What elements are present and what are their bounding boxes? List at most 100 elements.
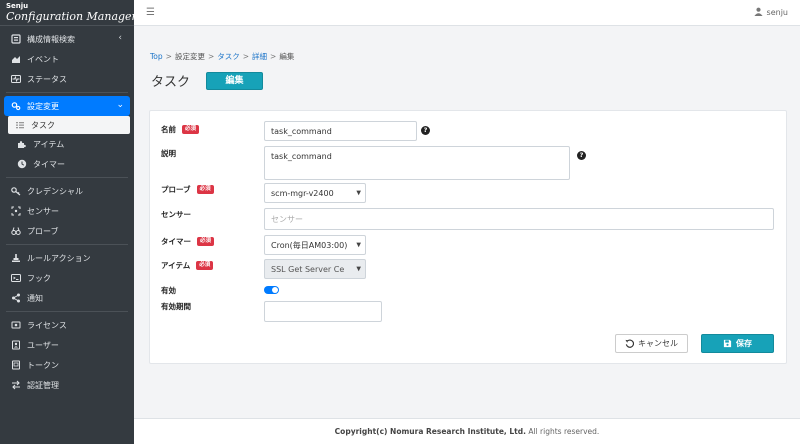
- user-icon: [753, 7, 763, 18]
- chevron-down-icon: ▼: [356, 265, 361, 273]
- breadcrumb-separator: >: [270, 52, 277, 61]
- sidebar-item-label: トークン: [27, 360, 59, 370]
- sidebar-item-auth[interactable]: 認証管理: [0, 375, 134, 395]
- crosshair-icon: [10, 205, 22, 217]
- validity-label-text: 有効期間: [161, 302, 191, 311]
- description-textarea[interactable]: task_command: [264, 146, 570, 180]
- cancel-button[interactable]: キャンセル: [615, 334, 688, 353]
- username: senju: [766, 8, 788, 17]
- sensor-label: センサー: [161, 209, 191, 220]
- item-select[interactable]: SSL Get Server Ce ▼: [264, 259, 366, 279]
- sidebar-nav: 構成情報検索 ‹ イベント ステータス 設定変更 ⌄ タスク アイテム タイマー: [0, 26, 134, 395]
- puzzle-icon: [16, 138, 28, 150]
- required-badge: 必須: [197, 237, 215, 246]
- description-label: 説明: [161, 148, 176, 159]
- clock-icon: [16, 158, 28, 170]
- item-select-value: SSL Get Server Ce: [271, 264, 345, 274]
- sensor-input[interactable]: センサー: [264, 208, 774, 230]
- sidebar-item-item[interactable]: アイテム: [0, 134, 134, 154]
- timer-label: タイマー 必須: [161, 236, 215, 247]
- help-icon[interactable]: ?: [421, 126, 430, 135]
- sidebar-item-label: ライセンス: [27, 320, 67, 330]
- share-icon: [10, 292, 22, 304]
- chevron-down-icon: ▼: [356, 189, 361, 197]
- chevron-left-icon: ‹: [118, 33, 122, 43]
- sidebar-item-notification[interactable]: 通知: [0, 288, 134, 308]
- probe-select[interactable]: scm-mgr-v2400 ▼: [264, 183, 366, 203]
- validity-label: 有効期間: [161, 301, 191, 312]
- tasks-icon: [14, 119, 26, 131]
- sidebar-divider: [6, 92, 128, 93]
- certificate-icon: [10, 319, 22, 331]
- validity-input[interactable]: [264, 301, 382, 322]
- sidebar-item-label: 通知: [27, 293, 43, 303]
- timer-select-value: Cron(毎日AM03:00): [271, 240, 348, 250]
- binoculars-icon: [10, 225, 22, 237]
- chevron-down-icon: ⌄: [116, 100, 124, 110]
- token-icon: [10, 359, 22, 371]
- breadcrumb-task[interactable]: タスク: [217, 52, 240, 61]
- sidebar-item-task[interactable]: タスク: [8, 116, 130, 134]
- item-label: アイテム 必須: [161, 260, 214, 271]
- sidebar-item-event[interactable]: イベント: [0, 49, 134, 69]
- required-badge: 必須: [196, 185, 214, 194]
- sidebar-item-label: 認証管理: [27, 380, 59, 390]
- sensor-label-text: センサー: [161, 210, 191, 219]
- breadcrumb-separator: >: [242, 52, 250, 61]
- sidebar-item-probe[interactable]: プローブ: [0, 221, 134, 241]
- breadcrumb-edit: 編集: [279, 52, 295, 61]
- heartbeat-icon: [10, 73, 22, 85]
- enabled-toggle[interactable]: [264, 286, 279, 294]
- sidebar-item-credential[interactable]: クレデンシャル: [0, 181, 134, 201]
- cogs-icon: [10, 100, 22, 112]
- sidebar-item-label: フック: [27, 273, 51, 283]
- gavel-icon: [10, 252, 22, 264]
- sidebar-item-label: イベント: [27, 54, 59, 64]
- sidebar-item-hook[interactable]: フック: [0, 268, 134, 288]
- copyright-text: Copyright(c) Nomura Research Institute, …: [334, 427, 526, 436]
- breadcrumb-separator: >: [207, 52, 215, 61]
- save-button[interactable]: 保存: [701, 334, 774, 353]
- top-navbar: ☰ senju: [134, 0, 800, 26]
- cancel-button-label: キャンセル: [638, 339, 678, 348]
- probe-select-value: scm-mgr-v2400: [271, 188, 334, 198]
- rights-text: All rights reserved.: [525, 427, 600, 436]
- sidebar-item-label: タスク: [31, 120, 55, 130]
- brand-small-text: Senju: [6, 2, 29, 10]
- item-label-text: アイテム: [161, 261, 191, 270]
- name-label-text: 名前: [161, 125, 176, 134]
- probe-label: プローブ 必須: [161, 184, 214, 195]
- chevron-down-icon: ▼: [356, 241, 361, 249]
- sidebar-item-label: ステータス: [27, 74, 67, 84]
- hook-icon: [10, 272, 22, 284]
- brand-title: Configuration Manager: [6, 10, 137, 23]
- sidebar-item-user[interactable]: ユーザー: [0, 335, 134, 355]
- breadcrumb-top[interactable]: Top: [150, 52, 163, 61]
- required-badge: 必須: [182, 125, 200, 134]
- help-icon[interactable]: ?: [577, 151, 586, 160]
- sidebar-item-sensor[interactable]: センサー: [0, 201, 134, 221]
- sidebar-item-settings[interactable]: 設定変更 ⌄: [4, 96, 130, 116]
- sidebar-item-label: タイマー: [33, 159, 65, 169]
- sidebar-item-token[interactable]: トークン: [0, 355, 134, 375]
- save-button-label: 保存: [736, 339, 752, 348]
- sidebar-item-label: 構成情報検索: [27, 34, 75, 44]
- name-label: 名前 必須: [161, 124, 200, 135]
- breadcrumb-detail[interactable]: 詳細: [252, 52, 267, 61]
- timer-label-text: タイマー: [161, 237, 191, 246]
- user-menu[interactable]: senju: [753, 7, 788, 18]
- sidebar-item-timer[interactable]: タイマー: [0, 154, 134, 174]
- sidebar-item-search[interactable]: 構成情報検索 ‹: [0, 29, 134, 49]
- brand-logo[interactable]: Senju Configuration Manager: [0, 0, 137, 26]
- sidebar-item-rule-action[interactable]: ルールアクション: [0, 248, 134, 268]
- name-input[interactable]: task_command: [264, 121, 417, 141]
- menu-toggle-icon[interactable]: ☰: [146, 7, 155, 18]
- sidebar-item-license[interactable]: ライセンス: [0, 315, 134, 335]
- timer-select[interactable]: Cron(毎日AM03:00) ▼: [264, 235, 366, 255]
- sidebar-item-label: クレデンシャル: [27, 186, 83, 196]
- sidebar-item-label: センサー: [27, 206, 59, 216]
- enabled-label: 有効: [161, 285, 176, 296]
- database-icon: [10, 33, 22, 45]
- breadcrumb: Top > 設定変更 > タスク > 詳細 > 編集: [150, 51, 294, 62]
- sidebar-item-status[interactable]: ステータス: [0, 69, 134, 89]
